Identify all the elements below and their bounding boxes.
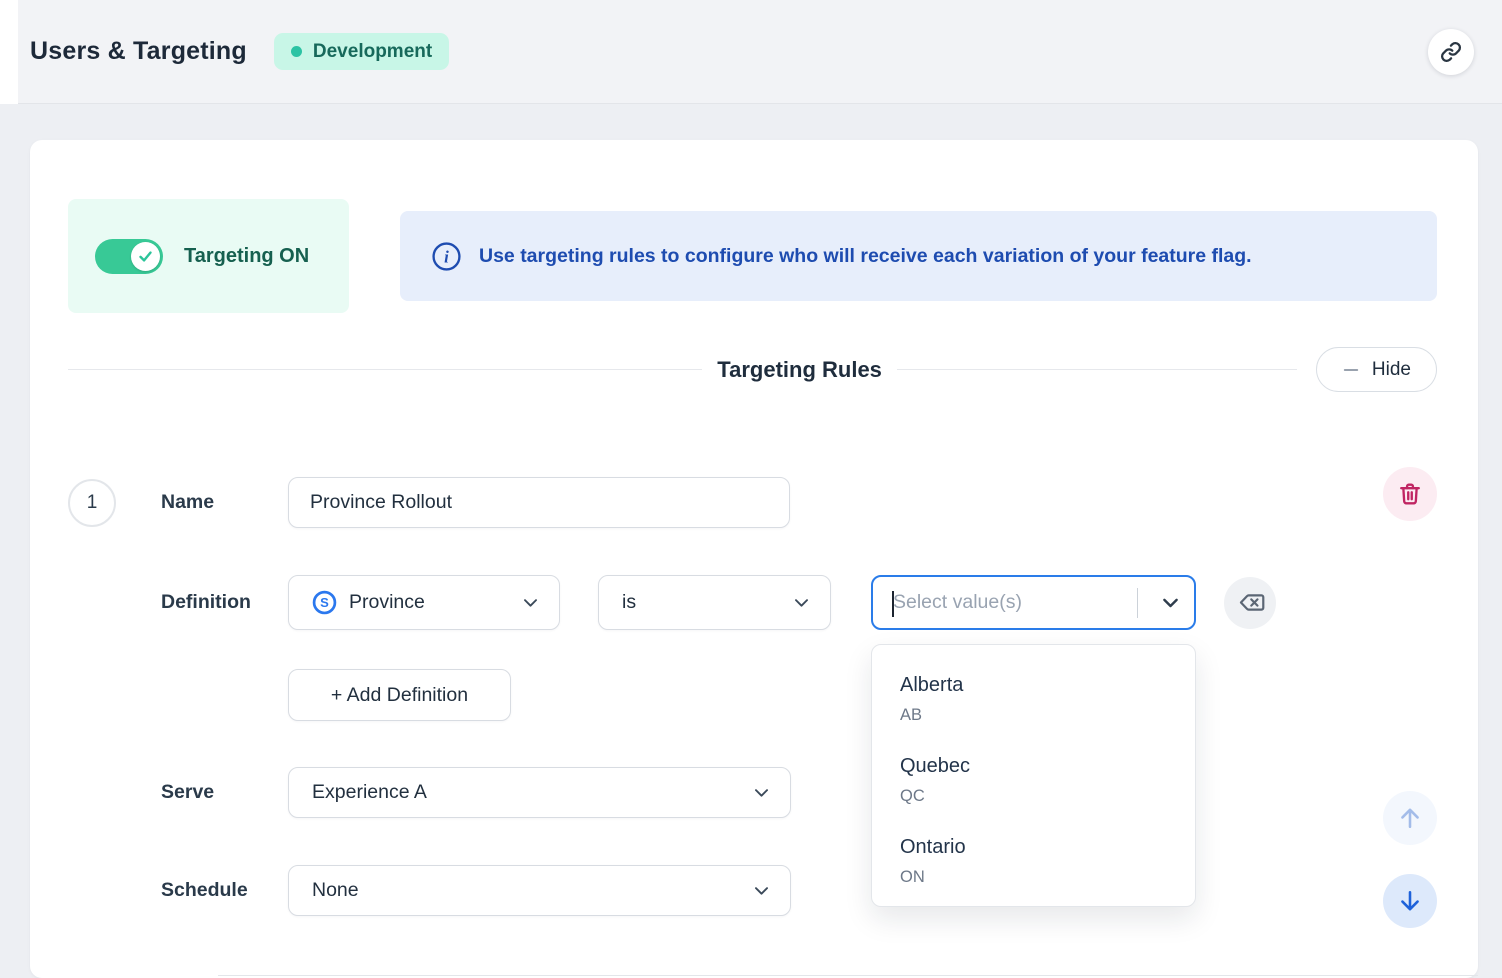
schedule-select-value: None [312, 879, 752, 902]
rule-definition-row: Definition S Province is [68, 575, 1437, 630]
minus-icon [1342, 361, 1360, 379]
targeting-status-panel: Targeting ON [68, 199, 349, 313]
page-title: Users & Targeting [30, 37, 247, 66]
rule-name-row: 1 Name [68, 477, 1437, 528]
delete-rule-button[interactable] [1383, 467, 1437, 521]
targeting-rules-section-header: Targeting Rules Hide [68, 347, 1437, 392]
section-title: Targeting Rules [702, 357, 897, 383]
info-banner: i Use targeting rules to configure who w… [400, 211, 1437, 301]
rule-number-badge: 1 [68, 479, 116, 527]
values-multiselect[interactable] [871, 575, 1196, 630]
add-definition-row: + Add Definition [68, 669, 1437, 721]
chevron-down-icon [752, 881, 771, 900]
divider-line [897, 369, 1297, 370]
comparator-select[interactable]: is [598, 575, 831, 630]
dropdown-option-ontario[interactable]: Ontario ON [872, 821, 1195, 902]
chevron-down-icon [792, 593, 811, 612]
values-chevron-button[interactable] [1146, 592, 1194, 613]
serve-select[interactable]: Experience A [288, 767, 791, 818]
hide-rules-button[interactable]: Hide [1316, 347, 1437, 392]
option-label: Quebec [900, 751, 1167, 782]
option-label: Alberta [900, 670, 1167, 701]
definition-label: Definition [161, 591, 288, 614]
option-value: QC [900, 782, 1167, 810]
move-rule-up-button[interactable] [1383, 791, 1437, 845]
svg-text:S: S [320, 595, 329, 610]
targeting-card: Targeting ON i Use targeting rules to co… [30, 140, 1478, 978]
move-rule-down-button[interactable] [1383, 874, 1437, 928]
rule-schedule-row: Schedule None [68, 865, 1437, 916]
info-banner-text: Use targeting rules to configure who wil… [479, 245, 1252, 268]
arrow-down-icon [1396, 887, 1424, 915]
check-icon [137, 248, 154, 265]
divider-line [68, 369, 702, 370]
targeting-toggle[interactable] [95, 239, 163, 274]
toggle-knob [131, 242, 160, 271]
page-header: Users & Targeting Development [18, 0, 1502, 104]
dropdown-option-quebec[interactable]: Quebec QC [872, 740, 1195, 821]
section-bottom-divider [218, 975, 1478, 976]
chevron-down-icon [752, 783, 771, 802]
rule-name-input[interactable] [288, 477, 790, 528]
property-select[interactable]: S Province [288, 575, 560, 630]
serve-label: Serve [161, 781, 288, 804]
values-dropdown-panel: Alberta AB Quebec QC Ontario ON [871, 644, 1196, 907]
clear-values-button[interactable] [1224, 577, 1276, 629]
chevron-down-icon [521, 593, 540, 612]
info-icon: i [431, 241, 462, 272]
header-left-strip [0, 0, 18, 104]
backspace-icon [1235, 587, 1266, 618]
chevron-down-icon [1160, 592, 1181, 613]
comparator-select-value: is [622, 591, 792, 614]
add-definition-button[interactable]: + Add Definition [288, 669, 511, 721]
rule-serve-row: Serve Experience A [68, 767, 1437, 818]
option-value: ON [900, 863, 1167, 891]
environment-badge-label: Development [313, 41, 432, 63]
text-cursor [892, 591, 894, 617]
name-label: Name [161, 491, 288, 514]
trash-icon [1396, 480, 1424, 508]
option-label: Ontario [900, 832, 1167, 863]
schedule-select[interactable]: None [288, 865, 791, 916]
status-row: Targeting ON i Use targeting rules to co… [68, 199, 1437, 313]
copy-link-button[interactable] [1428, 29, 1474, 75]
serve-select-value: Experience A [312, 781, 752, 804]
schedule-label: Schedule [161, 879, 288, 902]
targeting-status-label: Targeting ON [184, 245, 309, 268]
link-icon [1438, 39, 1464, 65]
dropdown-option-alberta[interactable]: Alberta AB [872, 659, 1195, 740]
svg-text:i: i [444, 247, 449, 266]
option-value: AB [900, 701, 1167, 729]
custom-property-icon: S [312, 590, 337, 615]
environment-badge: Development [274, 33, 449, 70]
select-separator [1137, 588, 1138, 618]
rule-number-cell: 1 [68, 479, 116, 527]
values-input[interactable] [893, 591, 1137, 614]
arrow-up-icon [1396, 804, 1424, 832]
property-select-value: Province [349, 591, 521, 614]
environment-dot-icon [291, 46, 302, 57]
hide-button-label: Hide [1372, 359, 1411, 381]
